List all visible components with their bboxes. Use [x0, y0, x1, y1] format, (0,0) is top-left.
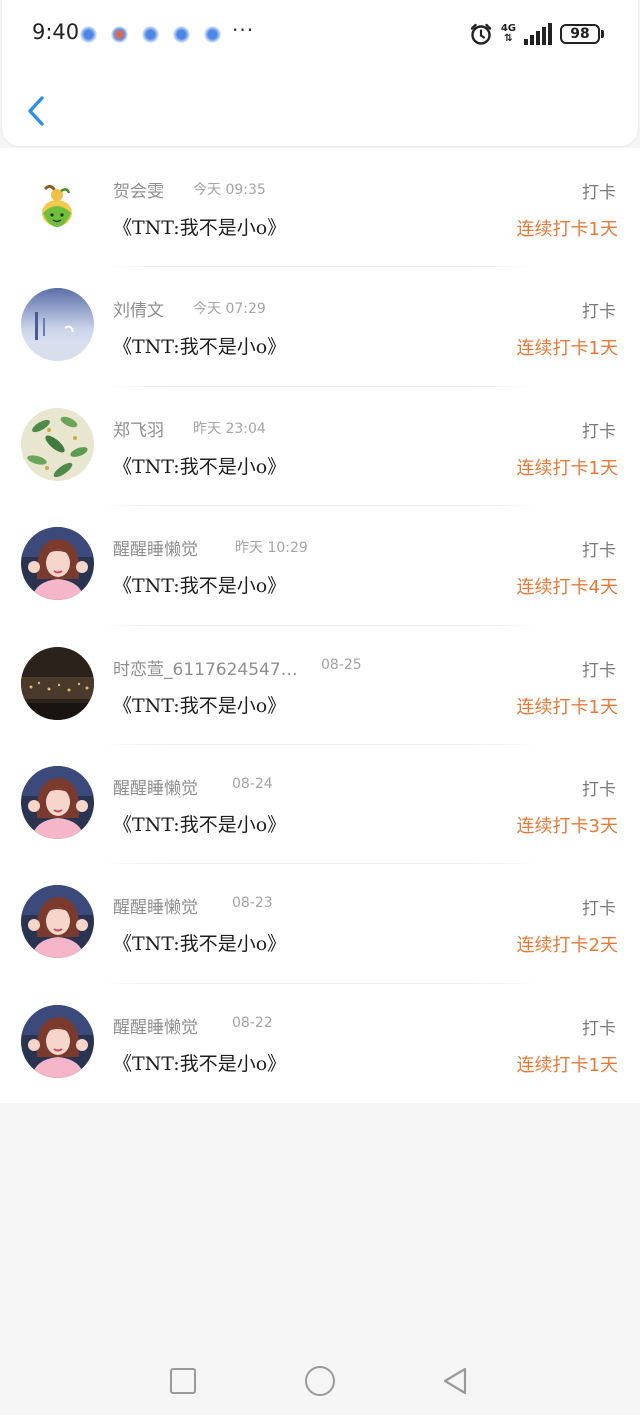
back-triangle-icon[interactable] [440, 1366, 470, 1396]
list-item[interactable]: 贺会雯 今天 09:35 《TNT:我不是小o》 打卡 连续打卡1天 [0, 148, 640, 268]
book-title: 《TNT:我不是小o》 [113, 575, 287, 598]
checkin-tag: 打卡 [582, 899, 616, 920]
checkin-tag: 打卡 [582, 421, 616, 442]
concert-photo-image [21, 646, 94, 720]
user-name: 醒醒睡懒觉 [113, 1017, 198, 1038]
back-arrow-icon[interactable] [22, 90, 56, 132]
home-button[interactable] [305, 1366, 335, 1396]
notification-icon [142, 26, 159, 43]
checkin-time: 昨天 23:04 [193, 420, 266, 437]
book-title: 《TNT:我不是小o》 [113, 336, 287, 359]
user-name: 醒醒睡懒觉 [113, 898, 198, 919]
checkin-time: 今天 07:29 [193, 301, 266, 318]
avatar[interactable] [21, 407, 94, 481]
streak-label: 连续打卡3天 [516, 815, 618, 837]
checkin-tag: 打卡 [582, 660, 616, 681]
notification-icon [80, 26, 97, 43]
list-item[interactable]: 时恋萱_6117624547231… 08-25 《TNT:我不是小o》 打卡 … [0, 626, 640, 746]
more-notifications-icon: ··· [232, 18, 255, 42]
notification-icon [173, 26, 190, 43]
streak-label: 连续打卡1天 [516, 219, 618, 240]
notification-icons [80, 26, 221, 43]
user-name: 贺会雯 [113, 182, 164, 202]
streak-label: 连续打卡2天 [516, 935, 618, 957]
system-nav-bar [0, 1346, 640, 1415]
user-name: 刘倩文 [113, 301, 164, 322]
checkin-tag: 打卡 [582, 779, 616, 800]
book-title: 《TNT:我不是小o》 [113, 813, 287, 836]
book-title: 《TNT:我不是小o》 [113, 455, 287, 478]
avatar[interactable] [21, 169, 94, 242]
checkin-time: 昨天 10:29 [235, 540, 308, 557]
avatar[interactable] [21, 527, 94, 601]
avatar[interactable] [21, 646, 94, 720]
status-indicators: 4G ⇅ 98 [469, 22, 604, 46]
checkin-list: 贺会雯 今天 09:35 《TNT:我不是小o》 打卡 连续打卡1天 刘倩文 今… [0, 148, 640, 1103]
checkin-tag: 打卡 [582, 302, 616, 323]
book-title: 《TNT:我不是小o》 [113, 217, 287, 239]
checkin-time: 08-25 [321, 656, 362, 673]
streak-label: 连续打卡1天 [516, 338, 618, 360]
user-name: 醒醒睡懒觉 [113, 540, 198, 561]
checkin-tag: 打卡 [582, 1018, 616, 1039]
list-item[interactable]: 刘倩文 今天 07:29 《TNT:我不是小o》 打卡 连续打卡1天 [0, 267, 640, 388]
alarm-icon [470, 23, 492, 45]
gourd-icon [21, 169, 94, 242]
checkin-time: 08-22 [232, 1014, 273, 1031]
moon-art-image [21, 288, 94, 362]
avatar[interactable] [21, 765, 94, 839]
top-header: 9:40 ··· 4G ⇅ 98 [2, 0, 638, 146]
signal-strength-icon [524, 23, 552, 45]
list-item[interactable]: 郑飞羽 昨天 23:04 《TNT:我不是小o》 打卡 连续打卡1天 [0, 387, 640, 507]
network-indicator: 4G ⇅ [501, 24, 516, 44]
list-item[interactable]: 醒醒睡懒觉 昨天 10:29 《TNT:我不是小o》 打卡 连续打卡4天 [0, 506, 640, 626]
recent-apps-button[interactable] [170, 1368, 196, 1394]
status-time: 9:40 [32, 20, 80, 44]
list-item[interactable]: 醒醒睡懒觉 08-22 《TNT:我不是小o》 打卡 连续打卡1天 [0, 984, 640, 1103]
data-arrows-icon: ⇅ [504, 33, 513, 44]
book-title: 《TNT:我不是小o》 [113, 933, 287, 956]
user-name: 时恋萱_6117624547231… [113, 659, 303, 680]
book-title: 《TNT:我不是小o》 [113, 694, 287, 717]
portrait-image [21, 765, 94, 839]
portrait-image [21, 527, 94, 601]
checkin-tag: 打卡 [582, 183, 616, 203]
notification-icon [204, 26, 221, 43]
checkin-tag: 打卡 [582, 541, 616, 562]
streak-label: 连续打卡1天 [516, 457, 618, 479]
list-item[interactable]: 醒醒睡懒觉 08-24 《TNT:我不是小o》 打卡 连续打卡3天 [0, 745, 640, 865]
streak-label: 连续打卡1天 [516, 696, 618, 718]
portrait-image [21, 885, 94, 959]
user-name: 郑飞羽 [113, 420, 164, 441]
avatar[interactable] [21, 885, 94, 959]
user-name: 醒醒睡懒觉 [113, 778, 198, 799]
leaf-pattern-image [21, 407, 94, 481]
notification-icon [111, 26, 128, 43]
checkin-time: 08-23 [232, 895, 273, 912]
streak-label: 连续打卡1天 [516, 1054, 618, 1076]
checkin-time: 今天 09:35 [193, 182, 266, 198]
list-item[interactable]: 醒醒睡懒觉 08-23 《TNT:我不是小o》 打卡 连续打卡2天 [0, 864, 640, 985]
checkin-time: 08-24 [232, 775, 273, 792]
portrait-image [21, 1004, 94, 1078]
book-title: 《TNT:我不是小o》 [113, 1052, 287, 1075]
avatar[interactable] [21, 288, 94, 362]
battery-icon: 98 [560, 24, 604, 44]
avatar[interactable] [21, 1004, 94, 1078]
battery-level: 98 [560, 24, 600, 44]
streak-label: 连续打卡4天 [516, 577, 618, 599]
